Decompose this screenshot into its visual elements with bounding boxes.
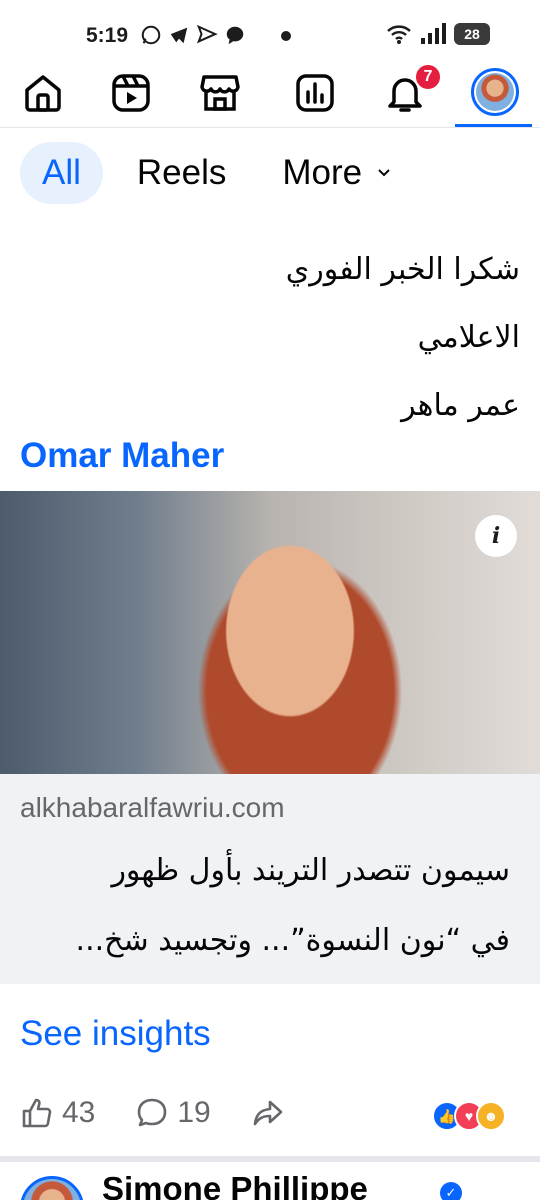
notification-dot: [281, 31, 291, 41]
comment-count: 19: [177, 1096, 211, 1129]
send-icon: [196, 24, 218, 44]
post-text-line: الاعلامي: [417, 320, 520, 355]
dashboard-icon: [296, 74, 334, 112]
link-preview-domain: alkhabaralfawriu.com: [20, 792, 285, 823]
verified-badge-icon: ✓: [440, 1182, 462, 1200]
status-bar: 5:19 28: [0, 0, 540, 62]
care-reaction-icon: ☻: [476, 1101, 506, 1131]
filter-reels[interactable]: Reels: [115, 142, 248, 204]
reels-icon: [112, 74, 150, 112]
whatsapp-icon: [141, 25, 161, 45]
next-post-avatar[interactable]: [20, 1176, 84, 1200]
notification-count-badge: 7: [414, 63, 442, 91]
telegram-icon: [170, 27, 188, 44]
post-divider: [0, 1156, 540, 1162]
home-icon: [25, 75, 61, 112]
status-time: 5:19: [86, 24, 129, 47]
reaction-summary[interactable]: 👍 ♥ ☻: [432, 1101, 506, 1131]
post-text-line: عمر ماهر: [401, 388, 520, 423]
like-icon: [22, 1098, 52, 1128]
battery-icon: 28: [454, 23, 490, 45]
messenger-icon: [226, 26, 244, 45]
profile-avatar: [476, 73, 514, 111]
marketplace-icon: [200, 75, 240, 111]
home-tab[interactable]: [18, 68, 68, 118]
active-tab-indicator: [455, 124, 532, 127]
like-count: 43: [62, 1096, 96, 1129]
see-insights-link[interactable]: See insights: [20, 1014, 211, 1054]
like-button[interactable]: 43: [20, 1096, 95, 1130]
next-post-author-name[interactable]: Simone Phillippe: [102, 1170, 368, 1200]
engagement-bar: 43 19: [20, 1096, 325, 1130]
profile-tab[interactable]: [471, 68, 519, 116]
link-preview-title-line: في “نون النسوة”... وتجسيد شخ...: [75, 923, 510, 958]
share-icon: [253, 1100, 283, 1126]
info-icon[interactable]: i: [475, 515, 517, 557]
filter-all[interactable]: All: [20, 142, 103, 204]
wifi-icon: [387, 25, 411, 44]
link-preview-title-line: سيمون تتصدر التريند بأول ظهور: [111, 853, 510, 888]
dashboard-tab[interactable]: [290, 68, 340, 118]
share-button[interactable]: [251, 1096, 285, 1130]
mentioned-author-link[interactable]: Omar Maher: [20, 436, 224, 476]
status-app-icons: [140, 24, 246, 46]
marketplace-tab[interactable]: [195, 68, 245, 118]
top-navigation: [0, 62, 540, 128]
post-text-line: شكرا الخبر الفوري: [285, 252, 520, 287]
battery-level: 28: [464, 26, 480, 42]
post-text: شكرا الخبر الفوري الاعلامي عمر ماهر: [20, 236, 520, 440]
link-preview-image[interactable]: [0, 491, 540, 774]
reels-tab[interactable]: [106, 68, 156, 118]
comment-icon: [138, 1098, 167, 1127]
chevron-down-icon: [378, 169, 390, 177]
link-preview-title: سيمون تتصدر التريند بأول ظهور في “نون ال…: [20, 836, 510, 976]
filter-more[interactable]: More: [260, 142, 414, 204]
status-system-icons: 28: [386, 23, 490, 45]
comment-button[interactable]: 19: [135, 1096, 211, 1130]
signal-icon: [421, 23, 446, 44]
filter-more-label: More: [282, 153, 363, 192]
feed-filters: All Reels More: [20, 142, 414, 204]
